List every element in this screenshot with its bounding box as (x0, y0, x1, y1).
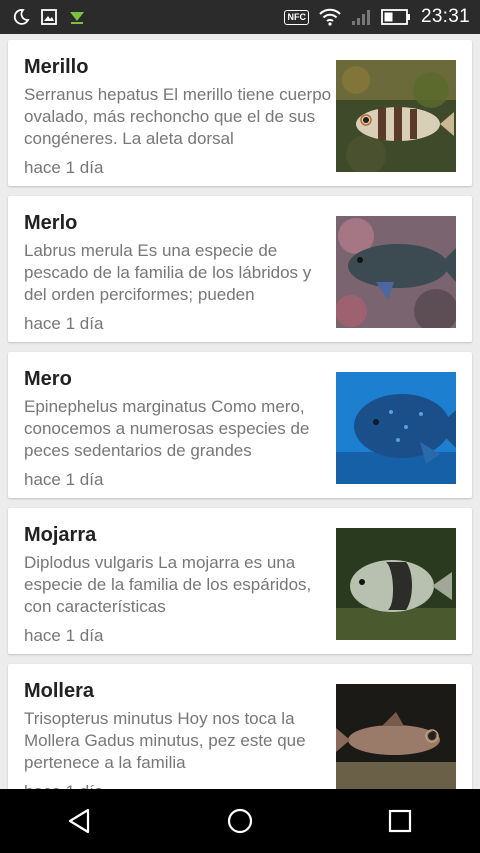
item-title: Merlo (24, 212, 78, 234)
navigation-bar (0, 789, 480, 853)
merillo-fish-photo (336, 60, 456, 172)
item-text: Merlo Labrus merula Es una especie de pe… (24, 210, 334, 335)
item-text: Mollera Trisopterus minutus Hoy nos toca… (24, 678, 334, 789)
item-time: hace 1 día (24, 626, 104, 645)
home-icon (227, 808, 253, 834)
status-right-icons: NFC 23:31 (284, 6, 470, 28)
mero-fish-photo (336, 372, 456, 484)
item-description: Serranus hepatus El merillo tiene cuerpo… (24, 85, 332, 148)
item-text: Mojarra Diplodus vulgaris La mojarra es … (24, 522, 334, 647)
fish-list[interactable]: Merillo Serranus hepatus El merillo tien… (0, 38, 480, 789)
item-text: Merillo Serranus hepatus El merillo tien… (24, 54, 334, 179)
signal-icon (351, 8, 371, 26)
mojarra-fish-photo (336, 528, 456, 640)
nfc-icon: NFC (284, 9, 309, 25)
item-description: Labrus merula Es una especie de pescado … (24, 241, 312, 304)
list-item[interactable]: Merillo Serranus hepatus El merillo tien… (8, 40, 472, 186)
item-text: Mero Epinephelus marginatus Como mero, c… (24, 366, 334, 491)
mollera-fish-photo (336, 684, 456, 789)
back-icon (68, 808, 90, 834)
status-left-icons (12, 8, 86, 26)
merlo-fish-photo (336, 216, 456, 328)
list-item[interactable]: Merlo Labrus merula Es una especie de pe… (8, 196, 472, 342)
download-icon (68, 8, 86, 26)
list-item[interactable]: Mollera Trisopterus minutus Hoy nos toca… (8, 664, 472, 789)
battery-icon (381, 9, 411, 25)
image-icon (40, 8, 58, 26)
item-time: hace 1 día (24, 314, 104, 333)
item-title: Mojarra (24, 524, 97, 546)
list-item[interactable]: Mero Epinephelus marginatus Como mero, c… (8, 352, 472, 498)
wifi-icon (319, 8, 341, 26)
back-button[interactable] (50, 791, 110, 851)
item-time: hace 1 día (24, 781, 334, 789)
moon-icon (12, 8, 30, 26)
list-item[interactable]: Mojarra Diplodus vulgaris La mojarra es … (8, 508, 472, 654)
status-bar: NFC 23:31 (0, 0, 480, 34)
item-description: Diplodus vulgaris La mojarra es una espe… (24, 553, 312, 616)
recents-button[interactable] (370, 791, 430, 851)
home-button[interactable] (210, 791, 270, 851)
item-description: Epinephelus marginatus Como mero, conoce… (24, 397, 310, 460)
item-title: Mollera (24, 680, 95, 702)
item-time: hace 1 día (24, 158, 104, 177)
item-description: Trisopterus minutus Hoy nos toca la Moll… (24, 709, 306, 772)
status-clock: 23:31 (420, 6, 470, 27)
item-title: Mero (24, 368, 72, 390)
recents-icon (388, 809, 412, 833)
item-time: hace 1 día (24, 470, 104, 489)
item-title: Merillo (24, 56, 89, 78)
